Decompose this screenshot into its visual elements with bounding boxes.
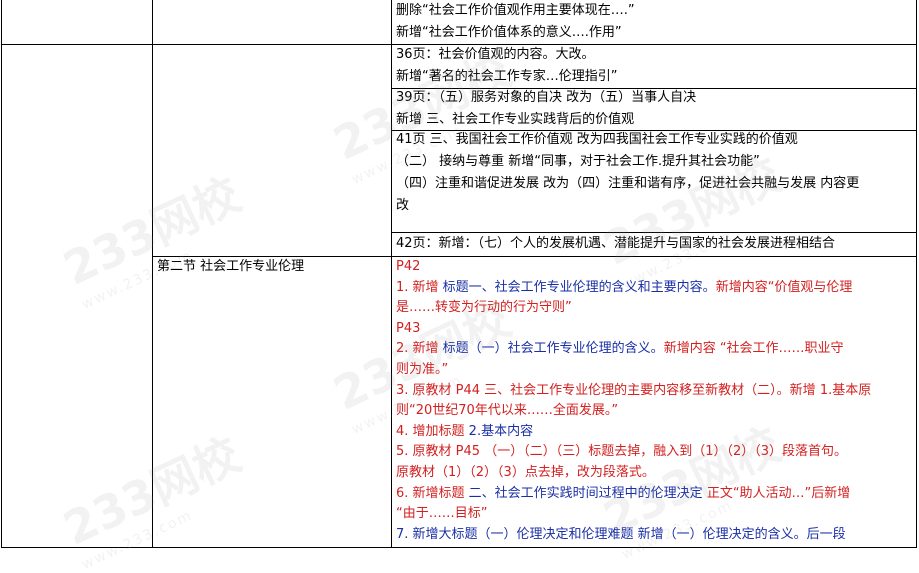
item-title: 7. 新增大标题（一）伦理决定和伦理难题: [396, 526, 638, 542]
revision-cell-3: 39页：（五）服务对象的自决 改为（五）当事人自决 新增 三、社会工作专业实践背…: [393, 87, 915, 131]
section-title: 第二节 社会工作专业伦理: [157, 259, 305, 274]
page-ref: P43: [396, 320, 421, 336]
item-number: 5. 原教材 P45: [396, 444, 485, 460]
revision-item-1: 1. 新增 标题一、社会工作专业伦理的含义和主要内容。新增内容“价值观与伦理: [396, 278, 915, 299]
revision-line: 新增“著名的社会工作专家…伦理指引”: [396, 69, 618, 84]
item-text: 新增（一）伦理决定的含义。后一段: [637, 526, 846, 542]
item-title: （一）（二）（三）标题去掉，融入到（1）（2）（3）段落首句。: [484, 444, 848, 460]
revision-cell-1: 删除“社会工作价值观作用主要体现在….” 新增“社会工作价值体系的意义….作用”: [393, 0, 915, 44]
table-border-bottom: [1, 547, 917, 548]
item-text: “由于……目标”: [396, 506, 488, 522]
item-text: 则为准。”: [396, 361, 449, 377]
revision-line: 42页：新增：（七）个人的发展机遇、潜能提升与国家的社会发展进程相结合: [396, 236, 836, 251]
revision-line: （二） 接纳与尊重 新增“同事，对于社会工作.提升其社会功能”: [396, 154, 760, 169]
revision-line: 新增 三、社会工作专业实践背后的价值观: [396, 112, 635, 127]
item-text: 正文“助人活动…”后新增: [702, 485, 851, 501]
revision-line: 41页 三、我国社会工作价值观 改为四我国社会工作专业实践的价值观: [396, 132, 798, 147]
revision-line: 39页：（五）服务对象的自决 改为（五）当事人自决: [396, 90, 697, 105]
revision-item-4: 4. 增加标题 2.基本内容: [396, 422, 915, 443]
revision-cell-5: 42页：新增：（七）个人的发展机遇、潜能提升与国家的社会发展进程相结合: [393, 233, 915, 255]
revision-item-3: 3. 原教材 P44 三、社会工作专业伦理的主要内容移至新教材（二）。新增 1.…: [396, 382, 872, 398]
item-title: 2.基本内容: [468, 423, 534, 439]
item-number: 1. 新增: [396, 279, 443, 295]
revision-line: 改: [396, 198, 410, 213]
revision-item-2: 2. 新增 标题（一）社会工作专业伦理的含义。新增内容 “社会工作……职业守: [396, 339, 915, 360]
revision-item-6: 6. 新增标题 二、社会工作实践时间过程中的伦理决定 正文“助人活动…”后新增: [396, 484, 915, 505]
revision-item-5: 5. 原教材 P45 （一）（二）（三）标题去掉，融入到（1）（2）（3）段落首…: [396, 442, 915, 463]
revision-line: （四）注重和谐促进发展 改为（四）注重和谐有序，促进社会共融与发展 内容更: [396, 176, 860, 191]
item-title: 标题（一）社会工作专业伦理的含义。: [442, 341, 664, 357]
table-border-right: [916, 0, 917, 548]
item-number: 6. 新增标题: [396, 485, 469, 501]
item-text: 是……转变为行动的行为守则”: [396, 300, 572, 316]
item-text: 原教材（1）（2）（3）点去掉，改为段落式。: [396, 464, 655, 480]
item-text: 新增内容“价值观与伦理: [715, 279, 853, 295]
revision-line: 新增“社会工作价值体系的意义….作用”: [396, 25, 622, 40]
page-ref: P42: [396, 259, 421, 274]
item-number: 4. 增加标题: [396, 423, 469, 439]
revision-cell-4: 41页 三、我国社会工作价值观 改为四我国社会工作专业实践的价值观 （二） 接纳…: [393, 129, 915, 217]
item-number: 2. 新增: [396, 341, 443, 357]
revision-cell-2: 36页：社会价值观的内容。大改。 新增“著名的社会工作专家…伦理指引”: [393, 44, 915, 88]
column-divider-1: [152, 0, 153, 548]
revision-cell-section-2: P42 1. 新增 标题一、社会工作专业伦理的含义和主要内容。新增内容“价值观与…: [393, 257, 915, 545]
item-title: 二、社会工作实践时间过程中的伦理决定: [468, 485, 703, 501]
item-text: 则“20世纪70年代以来……全面发展。”: [396, 403, 619, 419]
column-divider-2: [391, 0, 392, 548]
revision-item-7: 7. 新增大标题（一）伦理决定和伦理难题 新增（一）伦理决定的含义。后一段: [396, 525, 915, 546]
item-text: 新增内容 “社会工作……职业守: [663, 341, 844, 357]
revision-line: 删除“社会工作价值观作用主要体现在….”: [396, 3, 635, 18]
item-title: 标题一、社会工作专业伦理的含义和主要内容。: [442, 279, 716, 295]
table-border-left: [1, 0, 2, 548]
revision-line: 36页：社会价值观的内容。大改。: [396, 47, 595, 62]
